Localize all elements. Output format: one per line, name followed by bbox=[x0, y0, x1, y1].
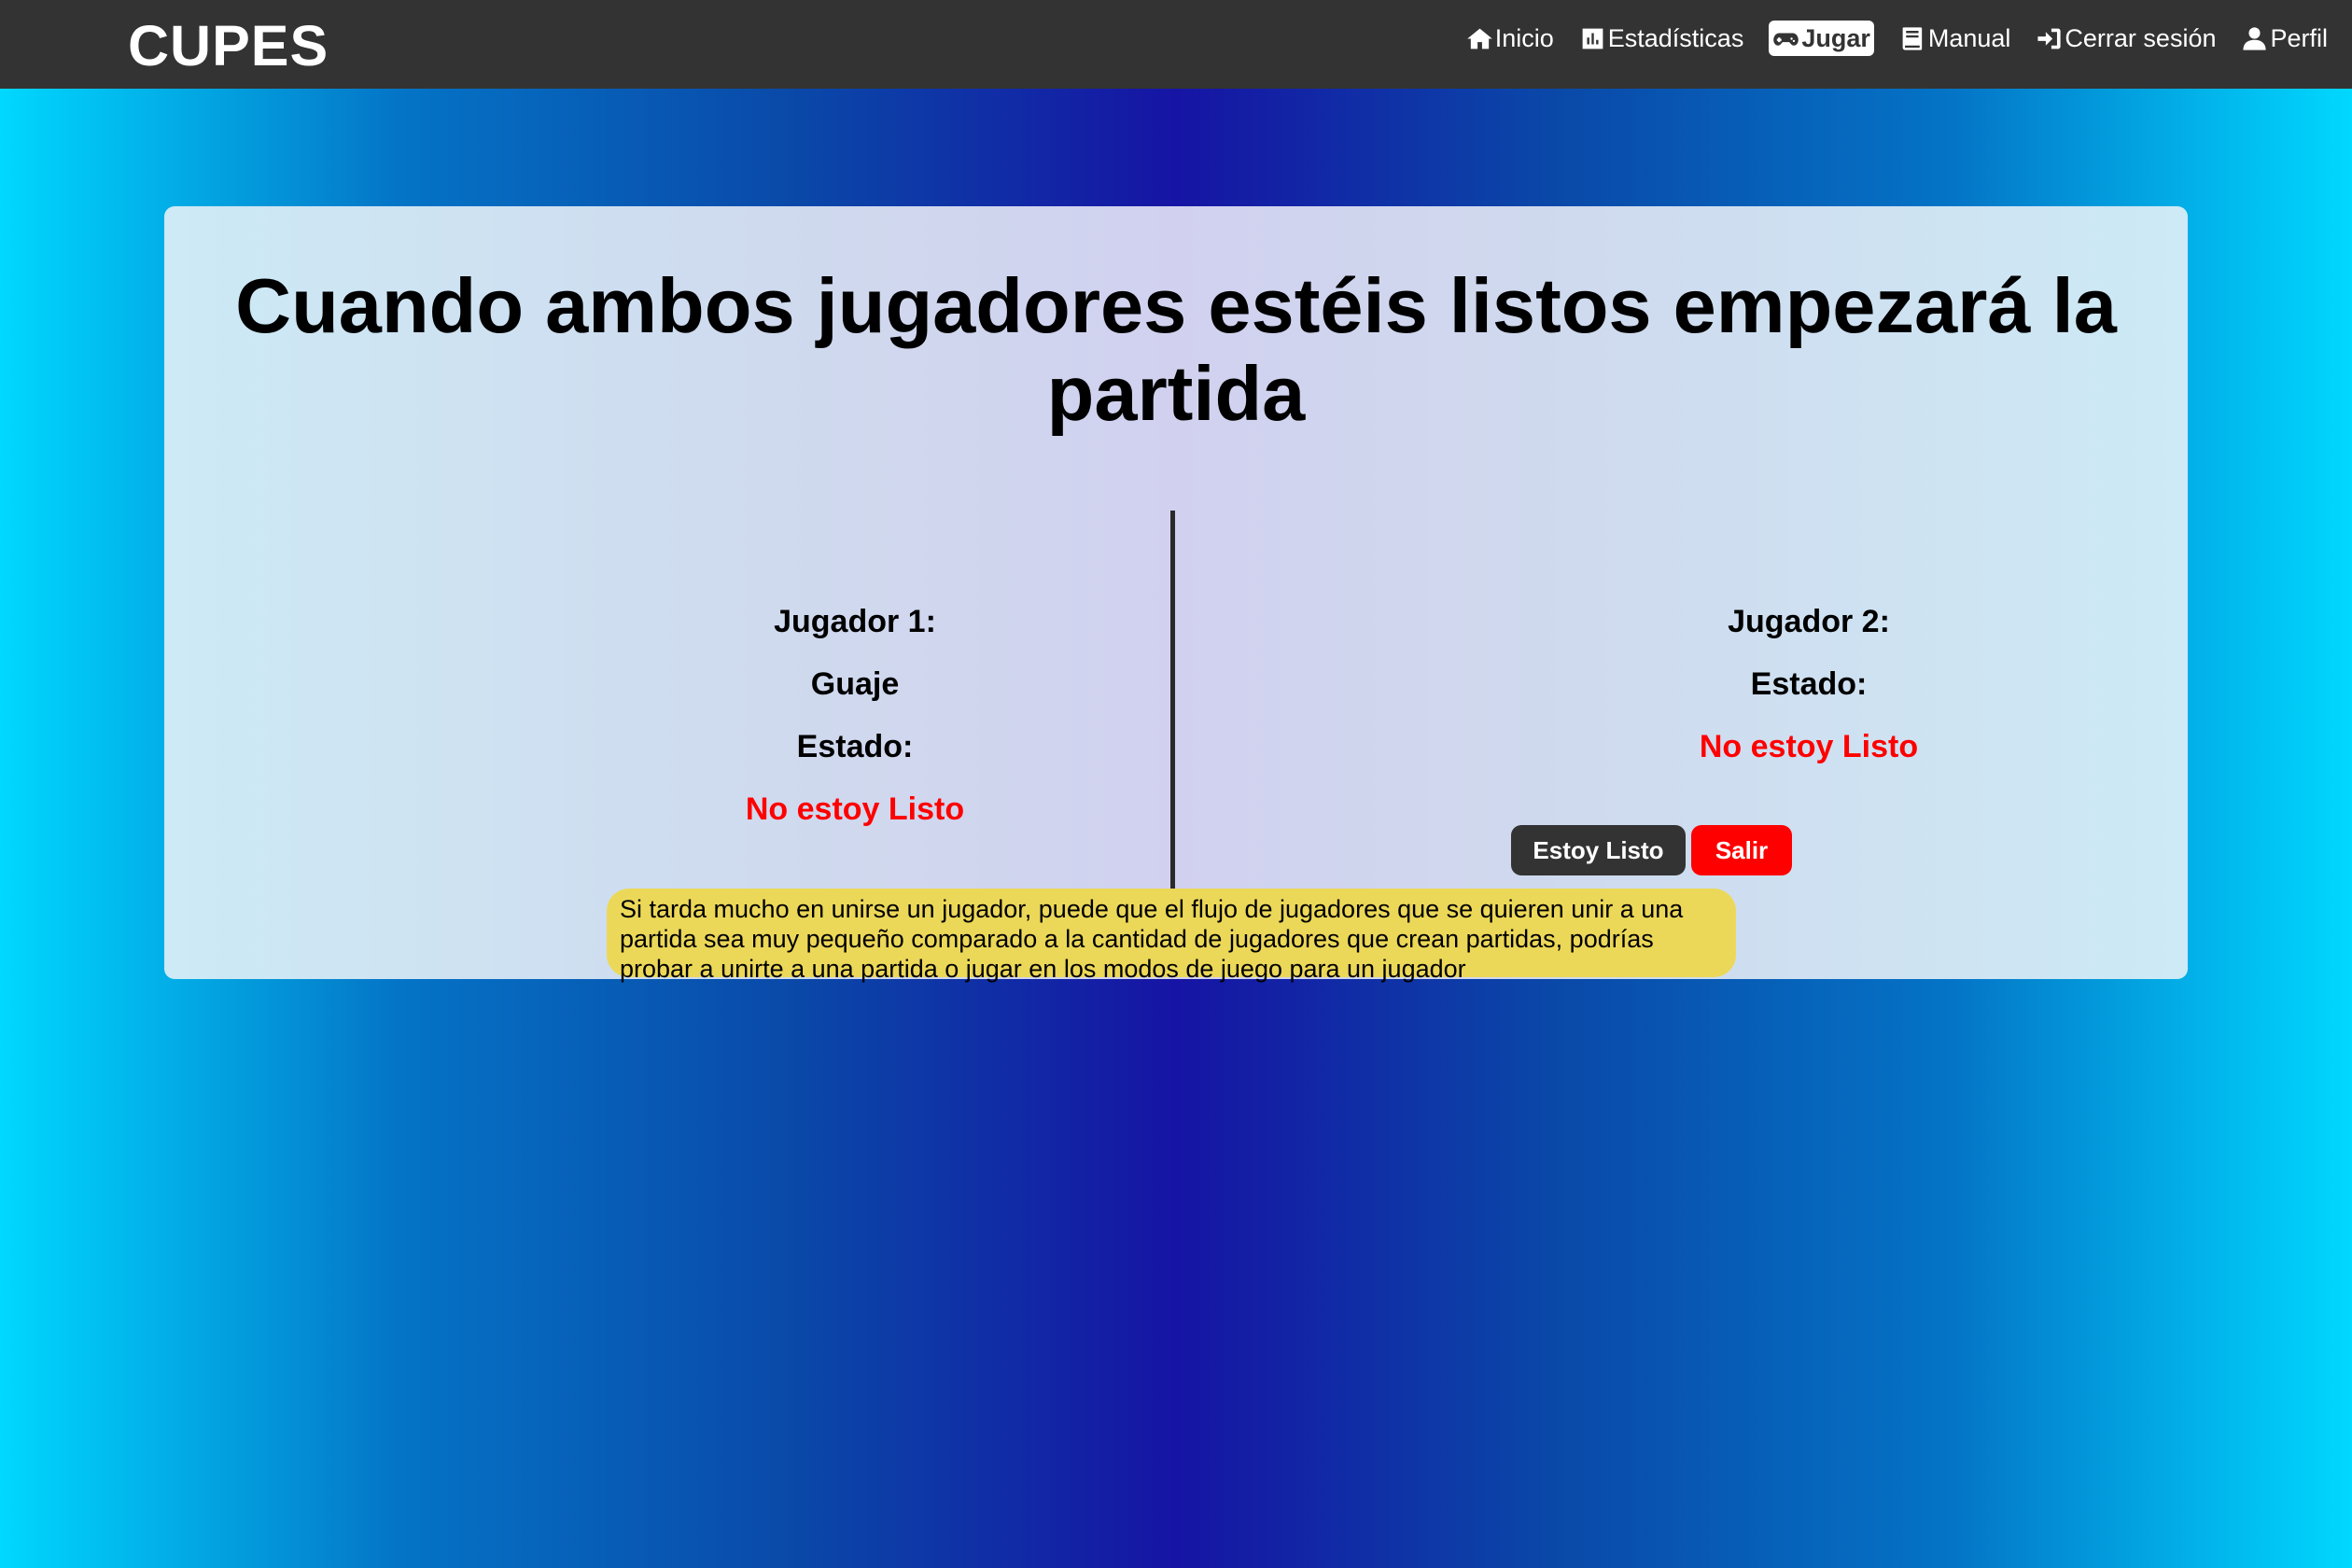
player2-heading: Jugador 2: bbox=[1728, 604, 1890, 639]
waiting-tip-note: Si tarda mucho en unirse un jugador, pue… bbox=[607, 889, 1736, 983]
nav-item-label: Perfil bbox=[2270, 24, 2328, 52]
nav-item-manual[interactable]: Manual bbox=[1899, 22, 2011, 54]
nav-item-jugar[interactable]: Jugar bbox=[1769, 21, 1874, 56]
player1-status: No estoy Listo bbox=[745, 791, 965, 827]
nav-item-label: Cerrar sesión bbox=[2065, 24, 2217, 52]
player2-panel: Jugador 2: Estado: No estoy Listo bbox=[1482, 591, 2135, 778]
nav-item-label: Jugar bbox=[1801, 24, 1870, 52]
nav-item-inicio[interactable]: Inicio bbox=[1466, 22, 1554, 54]
player2-status-label: Estado: bbox=[1750, 666, 1868, 702]
nav-item-estadisticas[interactable]: Estadísticas bbox=[1579, 22, 1744, 54]
nav-item-perfil[interactable]: Perfil bbox=[2241, 22, 2328, 54]
exit-button[interactable]: Salir bbox=[1691, 825, 1792, 875]
player2-status: No estoy Listo bbox=[1699, 729, 1919, 764]
nav-item-label: Manual bbox=[1927, 24, 2011, 52]
gamepad-icon bbox=[1773, 32, 1799, 46]
home-icon bbox=[1466, 28, 1492, 49]
nav-item-cerrar-sesion[interactable]: Cerrar sesión bbox=[2036, 22, 2216, 54]
page-title: Cuando ambos jugadores estéis listos emp… bbox=[235, 262, 2117, 437]
logout-icon bbox=[2037, 28, 2062, 49]
player1-name: Guaje bbox=[810, 666, 900, 702]
navbar: CUPES Inicio Estadísticas Jugar Manual C… bbox=[0, 0, 2352, 89]
action-buttons: Estoy Listo Salir bbox=[1511, 825, 1792, 875]
nav-item-label: Estadísticas bbox=[1607, 24, 1744, 52]
nav-links: Inicio Estadísticas Jugar Manual Cerrar … bbox=[1441, 19, 2328, 58]
player1-heading: Jugador 1: bbox=[774, 604, 936, 639]
brand-logo[interactable]: CUPES bbox=[128, 13, 329, 78]
player1-status-label: Estado: bbox=[796, 729, 914, 764]
book-icon bbox=[1902, 26, 1923, 50]
ready-button[interactable]: Estoy Listo bbox=[1511, 825, 1686, 875]
chart-icon bbox=[1582, 28, 1603, 49]
nav-item-label: Inicio bbox=[1494, 24, 1554, 52]
user-icon bbox=[2243, 26, 2267, 50]
player1-panel: Jugador 1: Guaje Estado: No estoy Listo bbox=[528, 591, 1182, 841]
waiting-room-card: Cuando ambos jugadores estéis listos emp… bbox=[164, 206, 2188, 983]
